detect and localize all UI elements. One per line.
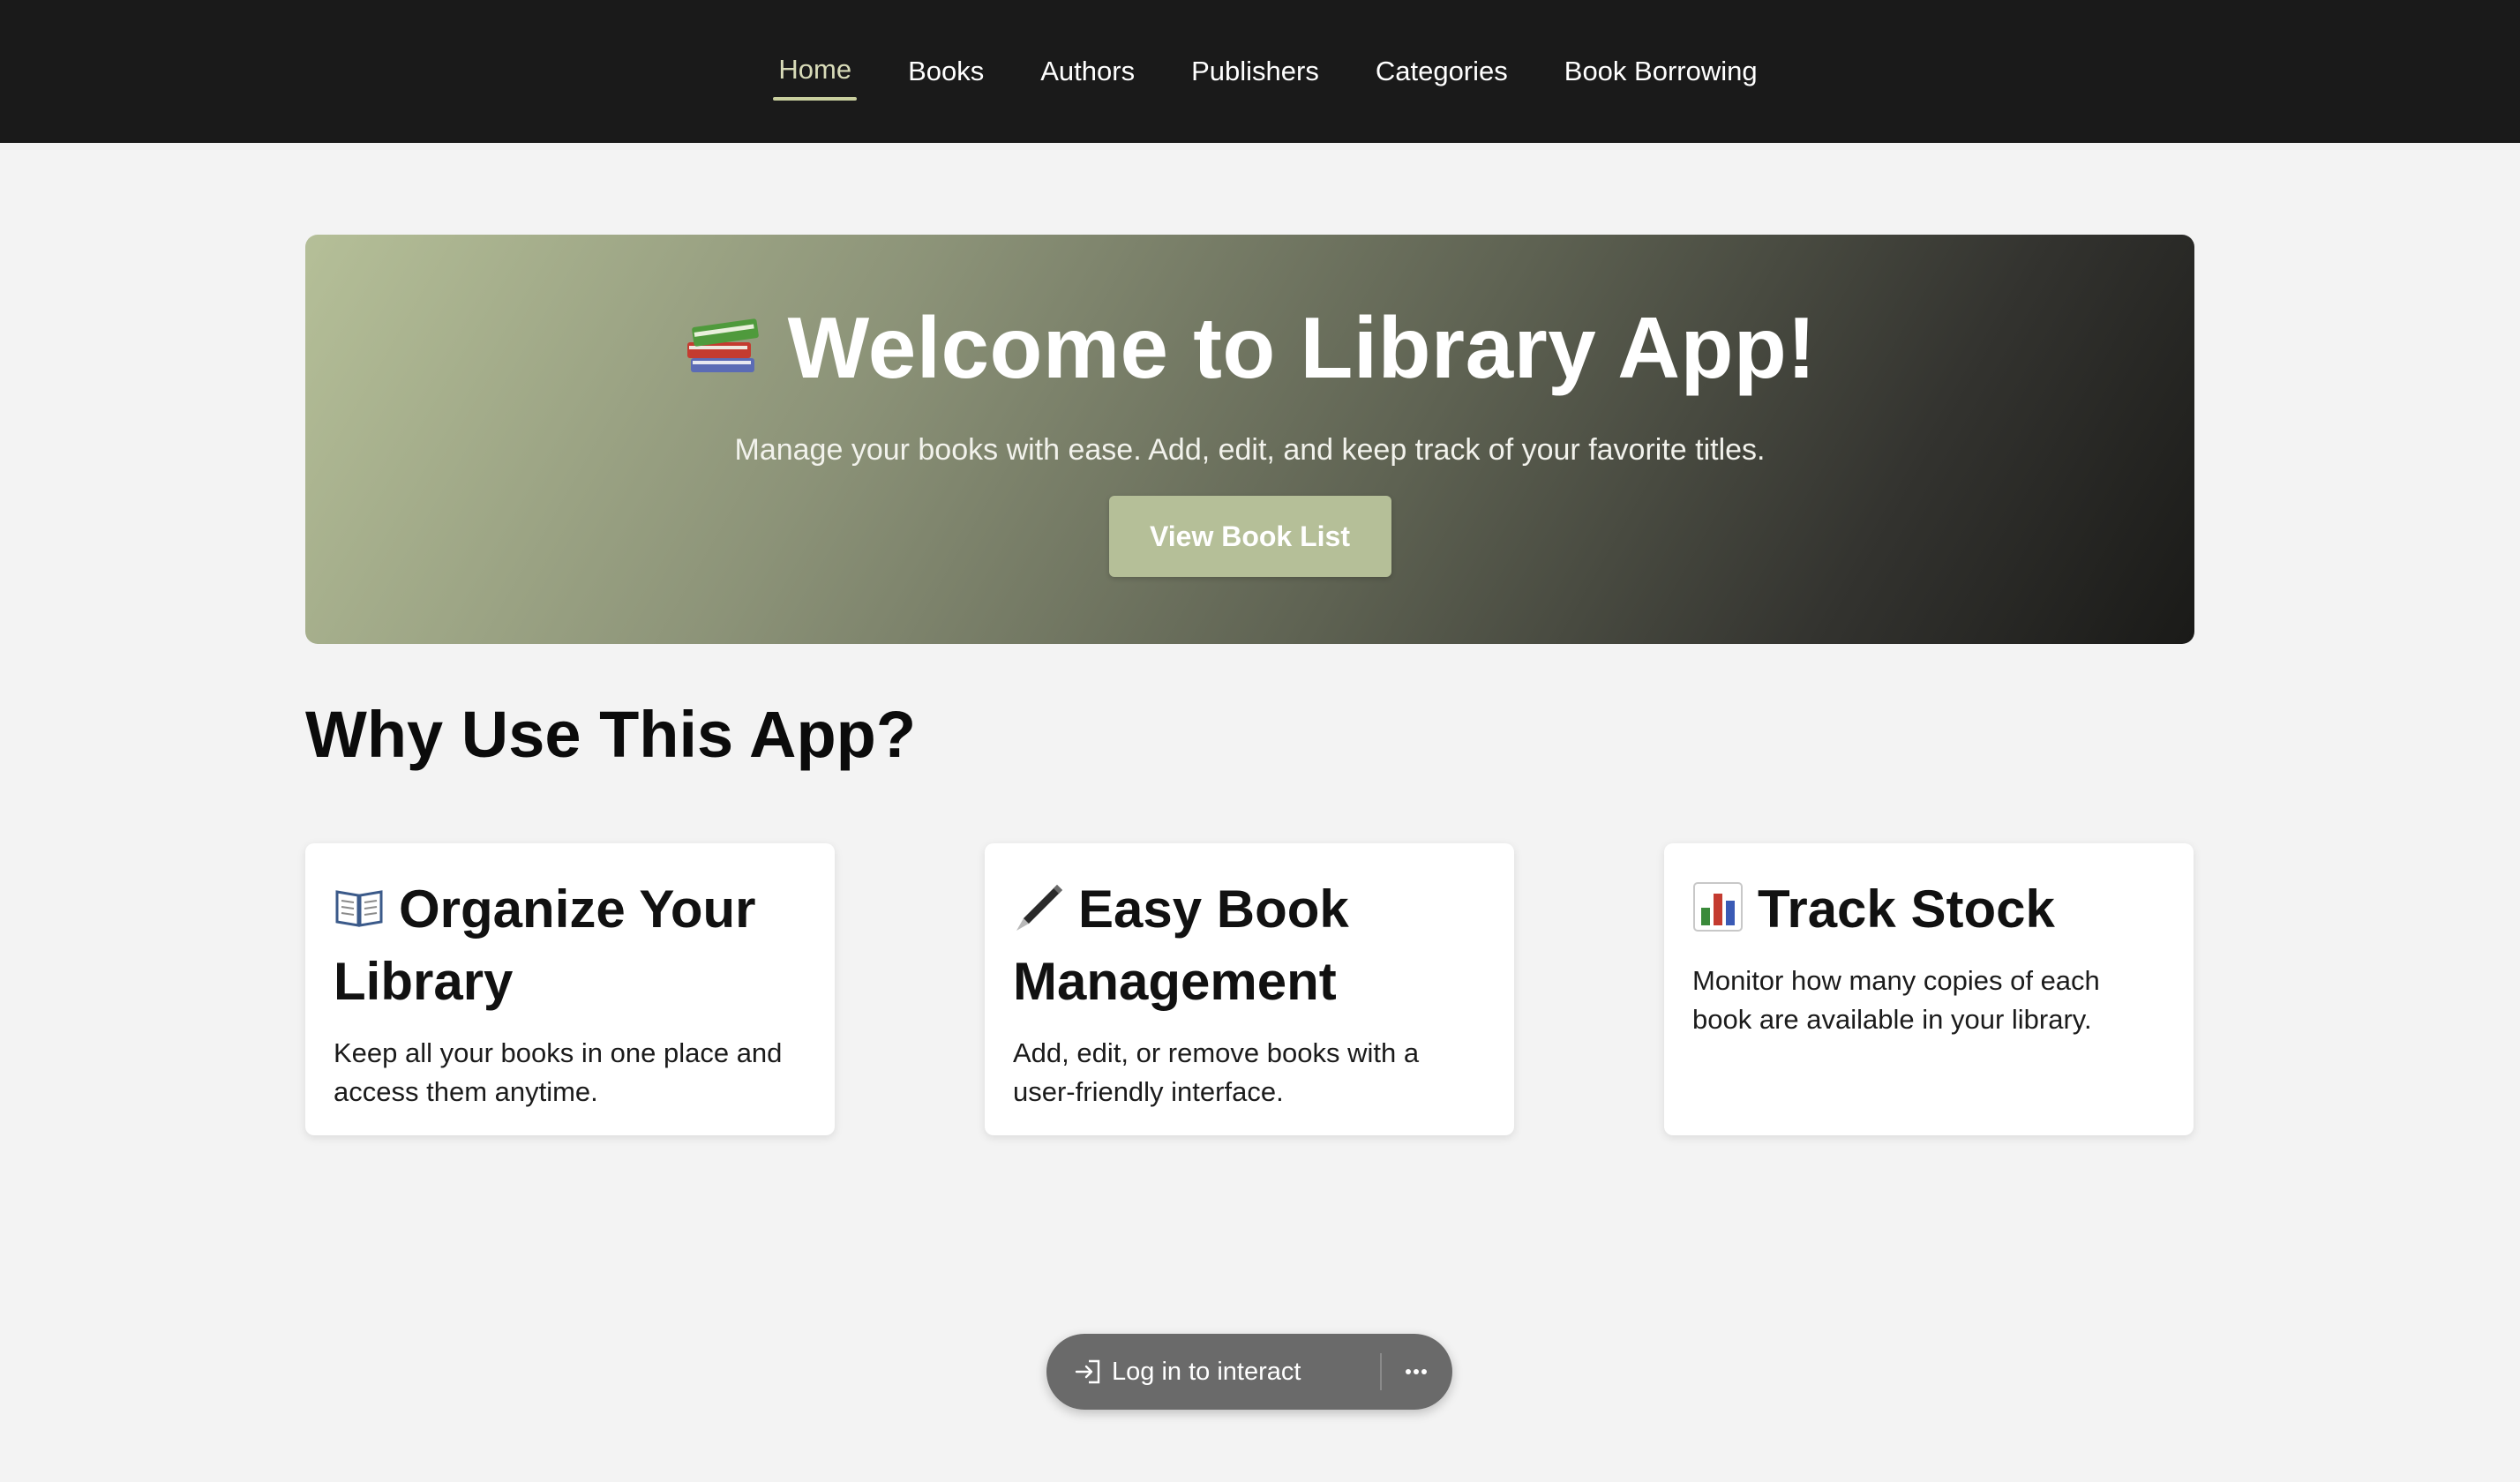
bar-chart-icon <box>1693 882 1743 932</box>
nav-item-publishers[interactable]: Publishers <box>1163 0 1347 143</box>
more-options-button[interactable] <box>1396 1351 1436 1392</box>
pen-icon <box>1016 885 1062 931</box>
log-in-button[interactable]: Log in to interact <box>1073 1357 1301 1387</box>
nav-item-label: Publishers <box>1191 56 1319 86</box>
nav-item-book-borrowing[interactable]: Book Borrowing <box>1536 0 1786 143</box>
nav-item-label: Home <box>778 54 852 85</box>
more-icon <box>1406 1369 1427 1374</box>
log-in-label: Log in to interact <box>1112 1357 1301 1386</box>
hero-banner: Welcome to Library App! Manage your book… <box>305 235 2194 644</box>
feature-card-title-text: Track Stock <box>1758 879 2055 939</box>
feature-card-description: Monitor how many copies of each book are… <box>1692 965 2100 1035</box>
nav-item-books[interactable]: Books <box>880 0 1012 143</box>
pill-divider <box>1380 1353 1382 1390</box>
hero-title-row: Welcome to Library App! <box>684 298 1817 398</box>
feature-card-management: Easy Book Management Add, edit, or remov… <box>985 843 1514 1135</box>
nav-item-home[interactable]: Home <box>750 0 880 143</box>
open-book-icon <box>335 890 383 927</box>
feature-card-description: Add, edit, or remove books with a user-f… <box>1013 1037 1420 1107</box>
feature-card-title: Easy Book Management <box>1013 873 1486 1018</box>
feature-card-organize: Organize Your Library Keep all your book… <box>305 843 835 1135</box>
view-book-list-button[interactable]: View Book List <box>1108 496 1391 577</box>
feature-card-title: Track Stock <box>1692 873 2165 946</box>
books-icon <box>686 318 759 372</box>
nav-item-label: Categories <box>1375 56 1508 86</box>
hero-subtitle: Manage your books with ease. Add, edit, … <box>734 433 1766 467</box>
feature-card-track-stock: Track Stock Monitor how many copies of e… <box>1664 843 2194 1135</box>
top-navbar: Home Books Authors Publishers Categories… <box>0 0 2520 143</box>
login-pill: Log in to interact <box>1046 1334 1452 1410</box>
feature-card-title-text: Organize Your Library <box>334 879 756 1011</box>
nav-item-authors[interactable]: Authors <box>1012 0 1163 143</box>
feature-card-title: Organize Your Library <box>334 873 806 1018</box>
log-in-icon <box>1075 1359 1100 1384</box>
feature-card-description: Keep all your books in one place and acc… <box>334 1037 783 1107</box>
nav-item-label: Books <box>908 56 985 86</box>
nav-list: Home Books Authors Publishers Categories… <box>750 0 1785 143</box>
features-heading: Why Use This App? <box>305 698 917 771</box>
nav-item-label: Book Borrowing <box>1564 56 1758 86</box>
nav-item-label: Authors <box>1040 56 1136 86</box>
nav-item-categories[interactable]: Categories <box>1347 0 1536 143</box>
hero-title: Welcome to Library App! <box>787 299 1817 396</box>
